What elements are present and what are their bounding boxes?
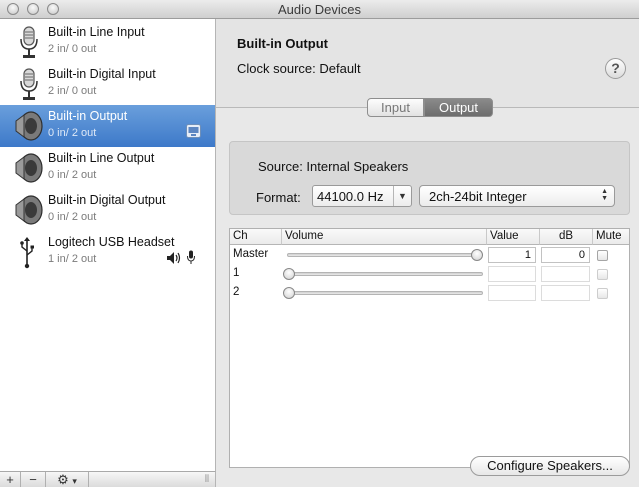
microphone-small-icon bbox=[187, 250, 195, 264]
device-name: Built-in Output bbox=[48, 109, 128, 123]
value-field[interactable]: 1 bbox=[488, 247, 536, 263]
tab-input[interactable]: Input bbox=[367, 98, 424, 117]
gear-menu-button[interactable]: ⚙ ▾ bbox=[46, 472, 89, 487]
channel-label: Master bbox=[233, 248, 269, 260]
column-header-ch[interactable]: Ch bbox=[230, 229, 282, 245]
device-channels: 1 in/ 2 out bbox=[48, 253, 97, 265]
mute-checkbox[interactable] bbox=[597, 288, 608, 299]
column-header-mute[interactable]: Mute bbox=[593, 229, 629, 245]
device-item-logitech-usb-headset[interactable]: Logitech USB Headset 1 in/ 2 out bbox=[0, 231, 215, 273]
up-down-arrows-icon: ▲ ▼ bbox=[601, 188, 608, 202]
value-field[interactable] bbox=[488, 285, 536, 301]
channel-label: 1 bbox=[233, 267, 240, 279]
window-title: Audio Devices bbox=[277, 2, 362, 17]
format-label: Format: bbox=[256, 190, 301, 205]
db-field[interactable]: 0 bbox=[541, 247, 590, 263]
chevron-down-icon: ▾ bbox=[72, 476, 77, 486]
format-panel: Source: Internal Speakers Format: 44100.… bbox=[229, 141, 630, 215]
device-name: Logitech USB Headset bbox=[48, 235, 175, 249]
source-label: Source: Internal Speakers bbox=[258, 159, 409, 174]
tab-output[interactable]: Output bbox=[424, 98, 493, 117]
mute-checkbox[interactable] bbox=[597, 269, 608, 280]
speaker-volume-icon bbox=[167, 252, 181, 264]
selected-device-title: Built-in Output bbox=[237, 36, 328, 51]
volume-slider-thumb[interactable] bbox=[283, 268, 295, 280]
add-device-button[interactable]: + bbox=[0, 472, 21, 487]
volume-slider-track[interactable] bbox=[287, 272, 483, 276]
device-channels: 0 in/ 2 out bbox=[48, 127, 97, 139]
speaker-icon bbox=[15, 195, 43, 225]
usb-icon bbox=[20, 237, 34, 269]
device-header: Built-in Output Clock source: Default ? bbox=[216, 19, 639, 108]
device-item-built-in-digital-output[interactable]: Built-in Digital Output 0 in/ 2 out bbox=[0, 189, 215, 231]
volume-slider-track[interactable] bbox=[287, 253, 483, 257]
device-list[interactable]: Built-in Line Input 2 in/ 0 out Built-in… bbox=[0, 19, 216, 471]
resize-handle[interactable]: ⦀ bbox=[200, 472, 214, 487]
device-detail-panel: Built-in Output Clock source: Default ? … bbox=[216, 19, 639, 487]
column-header-volume[interactable]: Volume bbox=[282, 229, 487, 245]
device-channels: 2 in/ 0 out bbox=[48, 43, 97, 55]
bit-format-value: 2ch-24bit Integer bbox=[429, 189, 527, 204]
configure-speakers-button[interactable]: Configure Speakers... bbox=[470, 456, 630, 476]
column-header-value[interactable]: Value bbox=[487, 229, 540, 245]
device-name: Built-in Line Input bbox=[48, 25, 145, 39]
sidebar-toolbar: + − ⚙ ▾ ⦀ bbox=[0, 471, 216, 487]
db-field[interactable] bbox=[541, 285, 590, 301]
device-name: Built-in Digital Output bbox=[48, 193, 166, 207]
column-header-db[interactable]: dB bbox=[540, 229, 593, 245]
volume-slider-thumb[interactable] bbox=[283, 287, 295, 299]
device-item-built-in-line-input[interactable]: Built-in Line Input 2 in/ 0 out bbox=[0, 21, 215, 63]
value-field[interactable] bbox=[488, 266, 536, 282]
device-item-built-in-output[interactable]: Built-in Output 0 in/ 2 out bbox=[0, 105, 215, 147]
device-channels: 2 in/ 0 out bbox=[48, 85, 97, 97]
device-channels: 0 in/ 2 out bbox=[48, 169, 97, 181]
microphone-icon bbox=[20, 68, 38, 100]
help-button[interactable]: ? bbox=[605, 58, 626, 79]
title-bar: Audio Devices bbox=[0, 0, 639, 19]
volume-slider-thumb[interactable] bbox=[471, 249, 483, 261]
mute-checkbox[interactable] bbox=[597, 250, 608, 261]
device-name: Built-in Line Output bbox=[48, 151, 155, 165]
device-channels: 0 in/ 2 out bbox=[48, 211, 97, 223]
sample-rate-popup[interactable]: 44100.0 Hz ▼ bbox=[312, 185, 412, 207]
audio-devices-window: Audio Devices Built-in Line Input 2 in/ … bbox=[0, 0, 639, 487]
db-field[interactable] bbox=[541, 266, 590, 282]
device-item-built-in-digital-input[interactable]: Built-in Digital Input 2 in/ 0 out bbox=[0, 63, 215, 105]
speaker-icon bbox=[15, 153, 43, 183]
microphone-icon bbox=[20, 26, 38, 58]
chevron-down-icon: ▼ bbox=[393, 186, 411, 206]
gear-icon: ⚙ bbox=[57, 472, 69, 487]
channel-label: 2 bbox=[233, 286, 240, 298]
remove-device-button[interactable]: − bbox=[21, 472, 46, 487]
clock-source: Clock source: Default bbox=[237, 61, 361, 76]
bit-format-popup[interactable]: 2ch-24bit Integer ▲ ▼ bbox=[419, 185, 615, 207]
volume-table: Ch Volume Value dB Mute Master 1 0 1 2 bbox=[229, 228, 630, 468]
sample-rate-value: 44100.0 Hz bbox=[317, 189, 384, 204]
device-name: Built-in Digital Input bbox=[48, 67, 156, 81]
device-item-built-in-line-output[interactable]: Built-in Line Output 0 in/ 2 out bbox=[0, 147, 215, 189]
speaker-icon bbox=[15, 111, 43, 141]
finder-badge-icon bbox=[186, 124, 201, 138]
volume-slider-track[interactable] bbox=[287, 291, 483, 295]
